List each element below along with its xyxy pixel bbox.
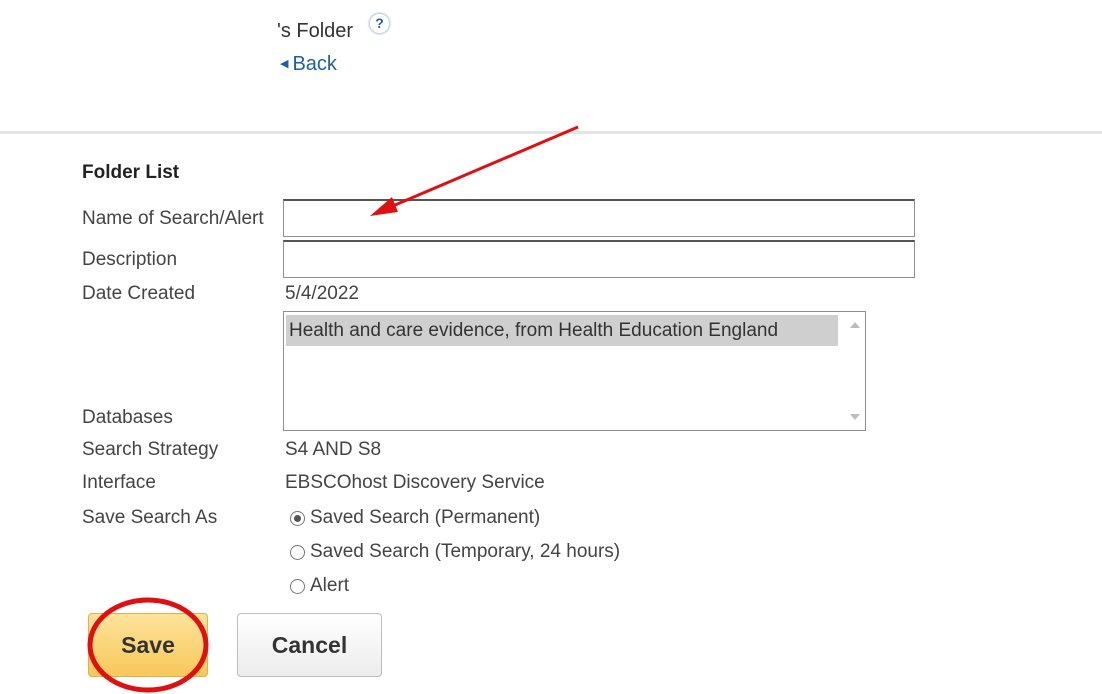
databases-listbox[interactable]: Health and care evidence, from Health Ed… [283,311,866,431]
back-link[interactable]: ◀ Back [280,53,337,76]
radio-button[interactable] [290,578,305,594]
save-search-as-label: Save Search As [82,507,218,528]
search-strategy-value: S4 AND S8 [285,439,382,460]
folder-title: 's Folder [277,20,354,42]
interface-value: EBSCOhost Discovery Service [285,472,545,493]
date-created-value: 5/4/2022 [285,283,359,304]
cancel-button[interactable]: Cancel [237,613,382,677]
search-strategy-label: Search Strategy [82,439,219,460]
back-link-label: Back [292,53,337,75]
scroll-up-icon[interactable] [850,322,860,328]
back-triangle-icon: ◀ [280,58,289,70]
header-divider [0,131,1102,134]
name-label: Name of Search/Alert [82,208,264,229]
radio-button-checked[interactable] [290,510,305,526]
annotation-arrow-line [387,125,579,210]
date-created-label: Date Created [82,283,196,304]
description-label: Description [82,249,178,270]
radio-button[interactable] [290,544,305,560]
database-option[interactable]: Health and care evidence, from Health Ed… [286,315,838,346]
help-icon[interactable]: ? [369,13,390,34]
name-input[interactable] [283,199,915,237]
description-input[interactable] [283,240,915,278]
radio-saved-temporary[interactable]: Saved Search (Temporary, 24 hours) [290,541,620,563]
radio-saved-permanent[interactable]: Saved Search (Permanent) [290,507,540,529]
databases-label: Databases [82,407,173,428]
radio-label: Saved Search (Permanent) [310,507,541,528]
scroll-down-icon[interactable] [850,414,860,420]
interface-label: Interface [82,472,156,493]
save-button[interactable]: Save [88,613,208,677]
radio-alert[interactable]: Alert [290,575,349,597]
listbox-scrollbar[interactable] [845,312,865,430]
radio-label: Alert [310,575,350,596]
section-heading: Folder List [82,162,180,183]
radio-label: Saved Search (Temporary, 24 hours) [310,541,621,562]
